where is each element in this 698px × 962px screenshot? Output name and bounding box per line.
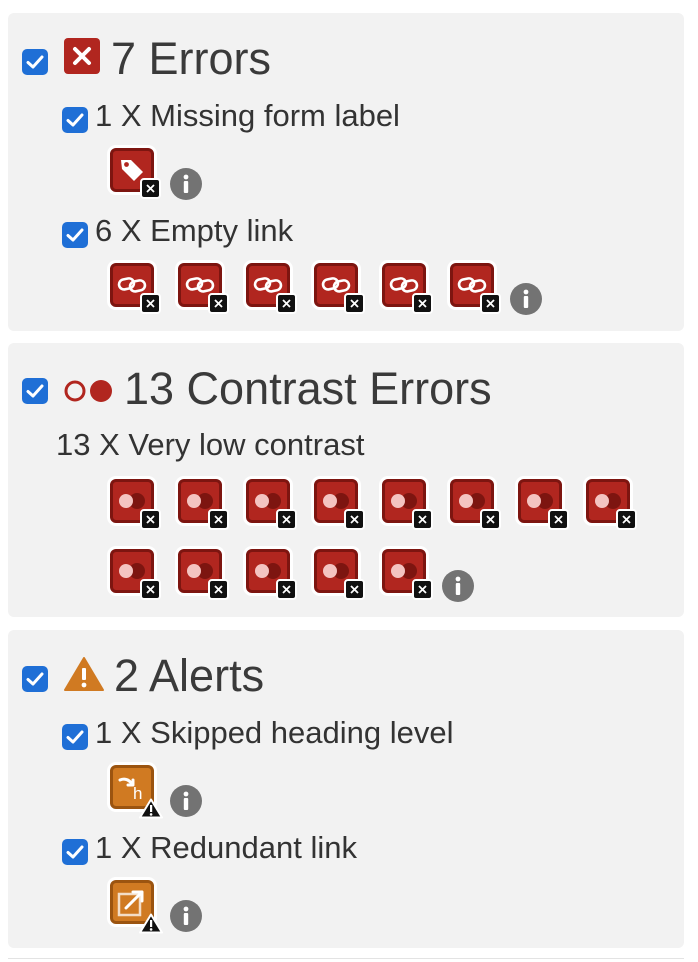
close-icon <box>480 509 501 530</box>
skipped-heading-text: 1 X Skipped heading level <box>95 715 454 750</box>
very-low-contrast-marker[interactable] <box>178 479 229 530</box>
warning-icon <box>139 913 163 934</box>
very-low-contrast-marker[interactable] <box>518 479 569 530</box>
very-low-contrast-marker[interactable] <box>246 479 297 530</box>
contrast-checkbox[interactable] <box>22 378 48 404</box>
empty-link-marker[interactable] <box>110 263 161 314</box>
close-icon <box>140 509 161 530</box>
empty-link-text: 6 X Empty link <box>95 213 294 248</box>
close-icon <box>344 509 365 530</box>
alerts-title: 2 Alerts <box>114 650 265 701</box>
missing-form-label-marker[interactable] <box>110 148 161 199</box>
very-low-contrast-marker[interactable] <box>382 479 433 530</box>
close-icon <box>412 509 433 530</box>
very-low-contrast-marker[interactable] <box>110 549 161 600</box>
contrast-circles-icon <box>63 378 115 404</box>
contrast-panel: 13 Contrast Errors 13 X Very low contras… <box>8 343 684 617</box>
errors-title: 7 Errors <box>111 33 272 84</box>
missing-form-label-checkbox[interactable] <box>62 107 88 133</box>
empty-link-marker[interactable] <box>314 263 365 314</box>
close-icon <box>616 509 637 530</box>
empty-link-marker[interactable] <box>178 263 229 314</box>
contrast-title: 13 Contrast Errors <box>124 363 492 414</box>
close-icon <box>208 509 229 530</box>
close-icon <box>276 579 297 600</box>
very-low-contrast-marker[interactable] <box>382 549 433 600</box>
empty-link-marker[interactable] <box>382 263 433 314</box>
empty-link-marker[interactable] <box>246 263 297 314</box>
empty-link-marker[interactable] <box>450 263 501 314</box>
info-icon[interactable] <box>170 900 202 932</box>
very-low-contrast-marker[interactable] <box>586 479 637 530</box>
very-low-contrast-marker[interactable] <box>178 549 229 600</box>
close-icon <box>140 579 161 600</box>
errors-panel: 7 Errors 1 X Missing form label 6 X Empt… <box>8 13 684 331</box>
very-low-contrast-text: 13 X Very low contrast <box>56 427 365 462</box>
alerts-panel: 2 Alerts 1 X Skipped heading level h 1 X… <box>8 630 684 948</box>
close-icon <box>548 509 569 530</box>
info-icon[interactable] <box>442 570 474 602</box>
redundant-link-checkbox[interactable] <box>62 839 88 865</box>
error-x-icon <box>64 38 100 74</box>
divider <box>8 958 684 959</box>
empty-link-checkbox[interactable] <box>62 222 88 248</box>
skipped-heading-checkbox[interactable] <box>62 724 88 750</box>
close-icon <box>140 293 161 314</box>
close-icon <box>412 579 433 600</box>
warning-triangle-icon <box>63 656 105 692</box>
close-icon <box>276 509 297 530</box>
redundant-link-marker[interactable] <box>110 880 163 934</box>
close-icon <box>412 293 433 314</box>
close-icon <box>140 178 161 199</box>
missing-form-label-text: 1 X Missing form label <box>95 98 400 133</box>
info-icon[interactable] <box>170 168 202 200</box>
warning-icon <box>139 798 163 819</box>
close-icon <box>276 293 297 314</box>
close-icon <box>344 579 365 600</box>
close-icon <box>208 579 229 600</box>
errors-checkbox[interactable] <box>22 49 48 75</box>
skipped-heading-marker[interactable]: h <box>110 765 163 819</box>
close-icon <box>208 293 229 314</box>
very-low-contrast-marker[interactable] <box>246 549 297 600</box>
close-icon <box>344 293 365 314</box>
redundant-link-text: 1 X Redundant link <box>95 830 357 865</box>
close-icon <box>480 293 501 314</box>
info-icon[interactable] <box>170 785 202 817</box>
alerts-checkbox[interactable] <box>22 666 48 692</box>
very-low-contrast-marker[interactable] <box>314 479 365 530</box>
very-low-contrast-marker[interactable] <box>110 479 161 530</box>
very-low-contrast-marker[interactable] <box>314 549 365 600</box>
info-icon[interactable] <box>510 283 542 315</box>
very-low-contrast-marker[interactable] <box>450 479 501 530</box>
